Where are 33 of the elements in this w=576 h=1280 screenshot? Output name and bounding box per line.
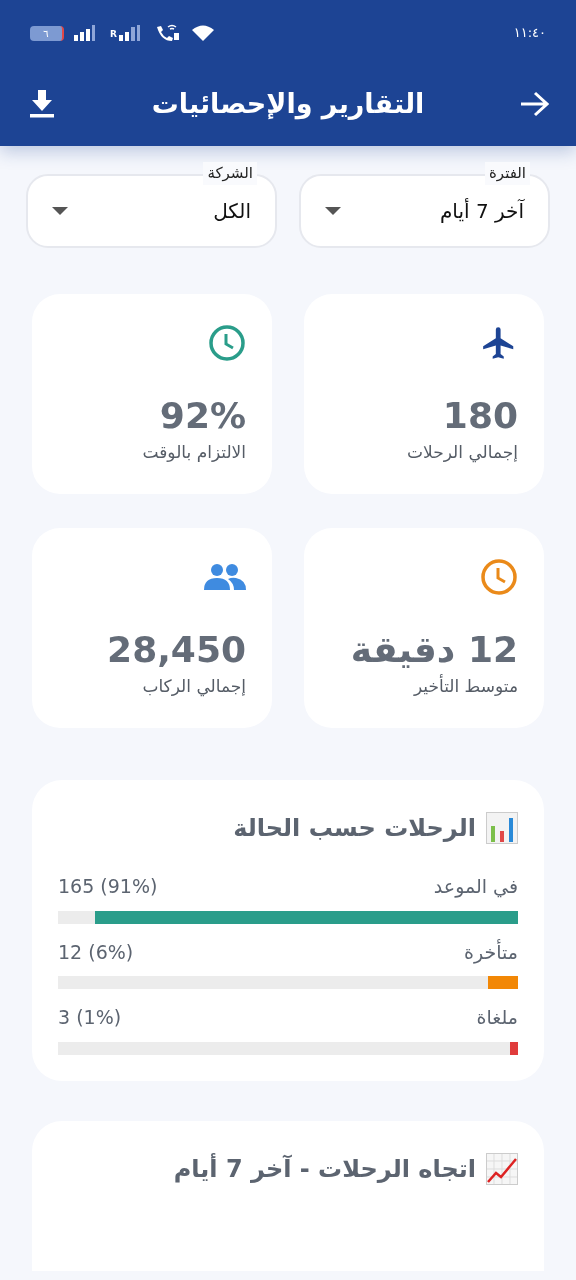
field-label: الفترة [485,162,530,185]
status-reading: 12 (6%) [58,939,134,965]
page-title: التقارير والإحصائيات [151,86,425,122]
field-value: آخر 7 أيام [440,197,524,225]
status-reading: 165 (91%) [58,874,158,899]
stat-label: إجمالي الركاب [142,675,246,699]
stat-label: متوسط التأخير [413,674,518,698]
roaming-label: R [110,28,117,42]
dropdown-caret-icon [52,207,68,215]
stat-value: 28,450 [107,628,246,672]
stat-label: إجمالي الرحلات [407,441,518,465]
field-value: الكل [213,198,251,225]
status-label: ملغاة [476,1005,518,1030]
status-label: متأخرة [464,938,518,966]
card-title: اتجاه الرحلات - آخر 7 أيام [173,1152,476,1185]
field-label: الشركة [203,162,257,185]
stat-value: 12 دقيقة [350,628,518,672]
stat-value: 92% [159,394,246,438]
people-icon [204,563,246,591]
status-reading: 3 (1%) [58,1005,122,1030]
battery-indicator: ٦ [30,25,64,41]
stat-value: 180 [442,394,518,438]
card-title: الرحلات حسب الحالة [233,813,476,844]
clock-icon [208,324,246,362]
status-label: في الموعد [433,874,518,900]
line-chart-icon [486,1152,518,1185]
clock-icon [480,558,518,596]
dropdown-caret-icon [325,207,341,215]
wifi-icon [190,24,215,42]
bar-chart-icon [486,812,518,844]
stat-label: الالتزام بالوقت [142,441,246,464]
status-time: ١١:٤٠ [513,24,546,43]
wifi-calling-icon [154,24,181,42]
